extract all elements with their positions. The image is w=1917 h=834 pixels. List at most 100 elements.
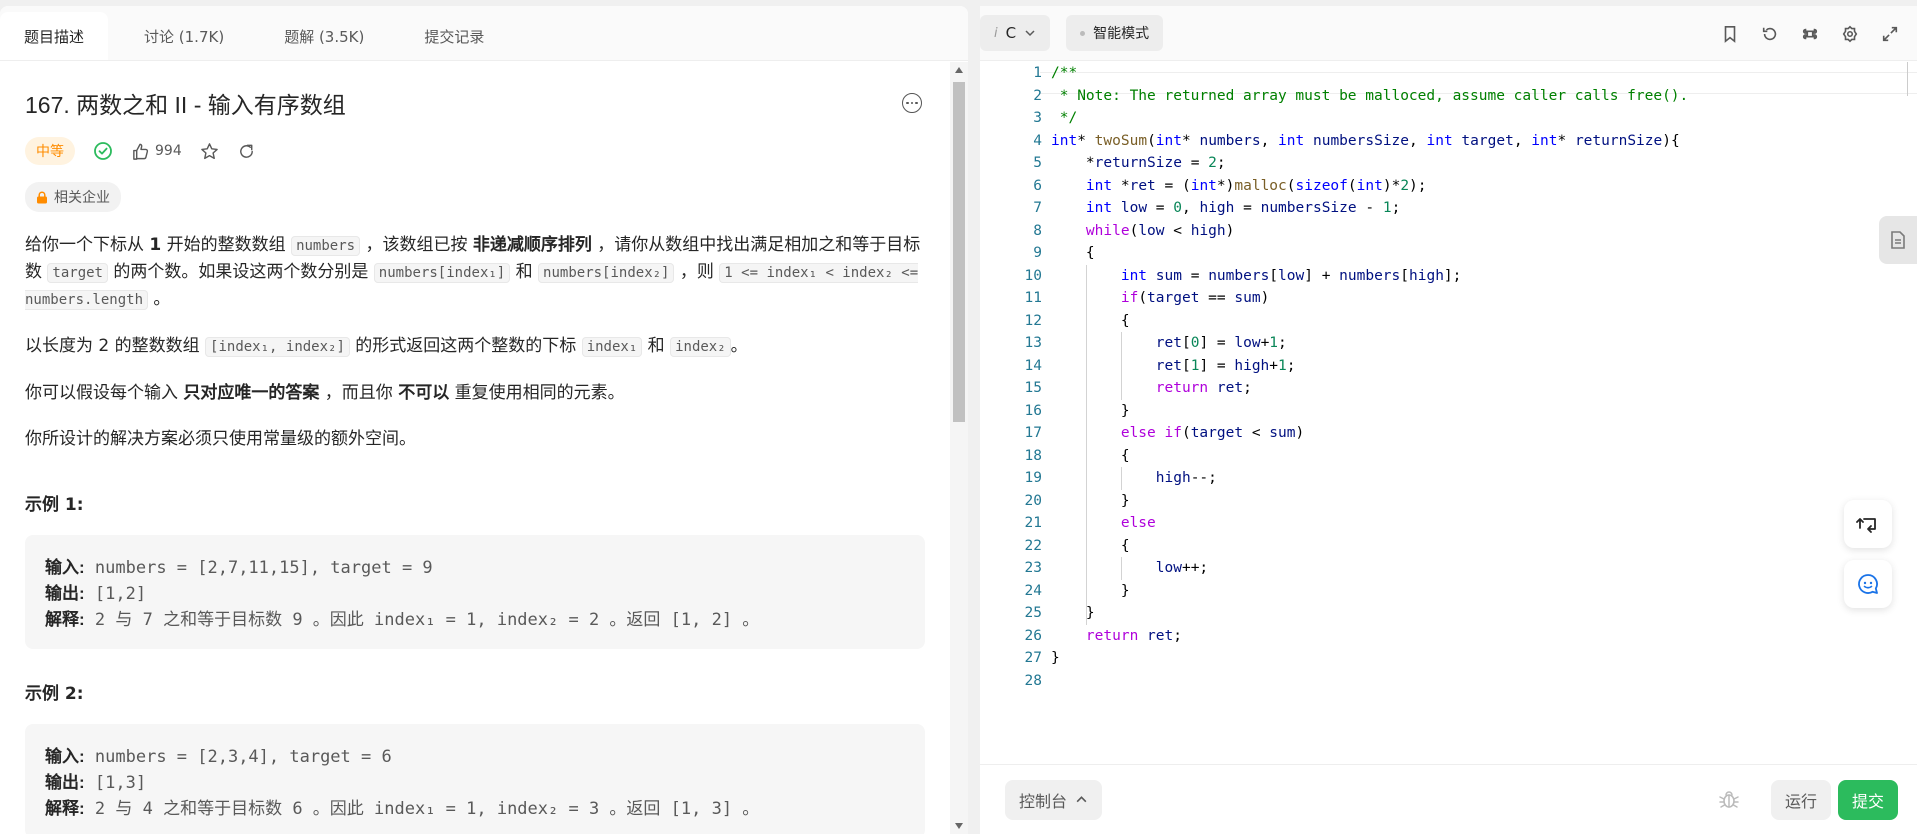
line-number: 7 (1033, 200, 1042, 216)
code-line[interactable]: 20 } (980, 490, 1917, 513)
code-text: high--; (1155, 470, 1217, 486)
line-number: 21 (1024, 515, 1042, 531)
code-line[interactable]: 1 /** (980, 62, 1917, 85)
submit-button[interactable]: 提交 (1837, 780, 1898, 820)
line-number: 19 (1024, 470, 1042, 486)
line-number: 23 (1024, 560, 1042, 576)
code-line[interactable]: 9 { (980, 242, 1917, 265)
editor-bottom-bar: 控制台 运行 提交 (980, 764, 1917, 834)
indent-guide (1085, 264, 1087, 625)
ai-assistant-button[interactable] (1844, 560, 1892, 608)
accepted-icon (93, 141, 113, 161)
debug-button[interactable] (1717, 787, 1741, 815)
indent-guide (1120, 557, 1122, 580)
code-line[interactable]: 27} (980, 647, 1917, 670)
scrollbar-thumb[interactable] (953, 82, 965, 422)
code-text: int *ret = (int*)malloc(sizeof(int)*2); (1085, 177, 1427, 194)
run-button[interactable]: 运行 (1770, 780, 1831, 820)
bug-icon (1719, 791, 1739, 808)
desc-paragraph-1: 给你一个下标从 1 开始的整数数组 numbers ，该数组已按 非递减顺序排列… (25, 235, 921, 310)
code-line[interactable]: 16 } (980, 400, 1917, 423)
code-line[interactable]: 6 int *ret = (int*)malloc(sizeof(int)*2)… (980, 175, 1917, 198)
info-icon: i (994, 25, 998, 41)
code-text: else if(target < sum) (1120, 425, 1305, 441)
code-line[interactable]: 3 */ (980, 107, 1917, 130)
star-button[interactable] (200, 142, 219, 161)
related-companies-tag[interactable]: 相关企业 (25, 182, 121, 212)
indent-guide (1120, 467, 1122, 490)
problem-meta: 中等 994 (25, 137, 925, 165)
code-text: } (1051, 605, 1095, 621)
line-number: 16 (1024, 402, 1042, 419)
line-number: 22 (1024, 537, 1042, 554)
code-text: { (1051, 537, 1130, 554)
console-toggle-button[interactable]: 控制台 (1005, 779, 1103, 820)
console-label: 控制台 (1019, 791, 1068, 811)
code-text: return ret; (1155, 380, 1252, 396)
line-number: 3 (1033, 110, 1042, 126)
code-line[interactable]: 18 { (980, 445, 1917, 468)
line-number: 17 (1024, 425, 1042, 441)
code-line[interactable]: 26 return ret; (980, 625, 1917, 648)
line-number: 12 (1024, 312, 1042, 329)
code-line[interactable]: 7 int low = 0, high = numbersSize - 1; (980, 197, 1917, 220)
tab-description[interactable]: 题目描述 (0, 12, 109, 60)
tab-solutions[interactable]: 题解 (3.5K) (260, 12, 388, 60)
problem-description: 给你一个下标从 1 开始的整数数组 numbers ，该数组已按 非递减顺序排列… (25, 232, 925, 452)
language-select[interactable]: i C (980, 15, 1051, 51)
code-line[interactable]: 25 } (980, 602, 1917, 625)
problem-title: 167. 两数之和 II - 输入有序数组 (25, 92, 346, 118)
code-text: { (1051, 245, 1095, 261)
line-number: 27 (1024, 650, 1042, 666)
code-line[interactable]: 11 if(target == sum) (980, 287, 1917, 310)
code-line[interactable]: 22 { (980, 535, 1917, 558)
line-number: 6 (1033, 177, 1042, 194)
code-text: low++; (1155, 560, 1209, 576)
document-icon (1891, 231, 1905, 249)
code-text: while(low < high) (1085, 222, 1235, 239)
tab-submissions[interactable]: 提交记录 (400, 12, 508, 60)
code-line[interactable]: 21 else (980, 512, 1917, 535)
code-line[interactable]: 8 while(low < high) (980, 220, 1917, 243)
line-number: 26 (1024, 627, 1042, 644)
problem-panel: 题目描述 讨论 (1.7K) 题解 (3.5K) 提交记录 167. 两数之和 … (0, 6, 968, 834)
code-line[interactable]: 12 { (980, 310, 1917, 333)
swap-icon (1856, 518, 1876, 533)
line-number: 1 (1033, 65, 1042, 81)
smart-mode-toggle[interactable]: 智能模式 (1066, 15, 1164, 51)
scroll-down-arrow-icon[interactable] (955, 823, 963, 829)
code-line[interactable]: 10 int sum = numbers[low] + numbers[high… (980, 265, 1917, 288)
panel-resize-handle[interactable] (968, 6, 980, 834)
code-line[interactable]: 24 } (980, 580, 1917, 603)
code-line[interactable]: 5 *returnSize = 2; (980, 152, 1917, 175)
code-text: /** (1051, 65, 1078, 81)
switch-layout-button[interactable] (1844, 500, 1892, 548)
reset-icon[interactable] (1761, 25, 1779, 43)
code-line[interactable]: 28 (980, 670, 1917, 693)
code-editor[interactable]: 1 /** 2 * Note: The returned array must be… (980, 62, 1917, 764)
like-button[interactable]: 994 (131, 142, 182, 161)
lock-icon (37, 191, 47, 203)
shortcut-icon[interactable] (1801, 25, 1819, 43)
code-text: } (1051, 402, 1130, 419)
code-line[interactable]: 17 else if(target < sum) (980, 422, 1917, 445)
mode-dot-icon (1080, 30, 1086, 36)
tab-discussion[interactable]: 讨论 (1.7K) (120, 12, 248, 60)
code-text: *returnSize = 2; (1051, 155, 1226, 171)
settings-icon[interactable] (1841, 25, 1859, 43)
fullscreen-icon[interactable] (1881, 25, 1899, 43)
more-options-icon[interactable] (902, 93, 922, 113)
code-line[interactable]: 2 * Note: The returned array must be mal… (980, 85, 1917, 108)
scroll-up-arrow-icon[interactable] (955, 67, 963, 73)
line-number: 28 (1024, 672, 1042, 689)
line-number: 11 (1024, 290, 1042, 306)
line-number: 13 (1024, 335, 1042, 351)
share-button[interactable] (237, 142, 256, 161)
description-scrollbar[interactable] (950, 62, 968, 834)
code-line[interactable]: 4 int* twoSum(int* numbers, int numbersSi… (980, 130, 1917, 153)
mode-label: 智能模式 (1093, 26, 1150, 42)
notes-side-tab[interactable] (1879, 216, 1917, 264)
like-count: 994 (155, 143, 182, 159)
bookmark-icon[interactable] (1721, 25, 1739, 43)
code-text: int sum = numbers[low] + numbers[high]; (1120, 267, 1462, 284)
